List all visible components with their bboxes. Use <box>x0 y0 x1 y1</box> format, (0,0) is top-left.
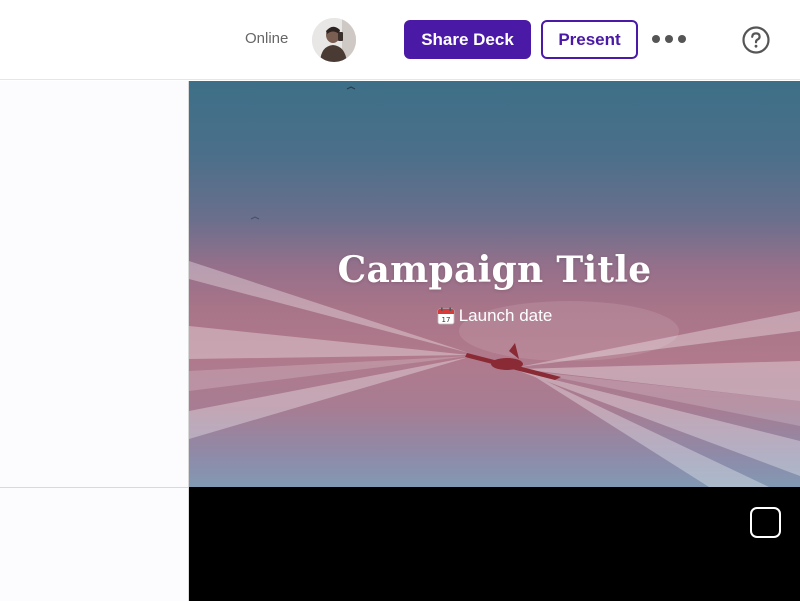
slide-subtitle[interactable]: 17 Launch date <box>189 306 800 326</box>
avatar-photo <box>312 18 356 62</box>
slide-thumbnail-panel[interactable] <box>0 81 189 487</box>
svg-text:17: 17 <box>441 316 450 324</box>
slide-canvas[interactable]: Campaign Title 17 Launch date <box>189 81 800 487</box>
more-options-icon[interactable] <box>652 28 686 50</box>
slide-thumbnail-panel-lower[interactable] <box>0 487 189 601</box>
rounded-square-icon[interactable] <box>750 507 781 538</box>
share-deck-button[interactable]: Share Deck <box>404 20 531 59</box>
more-dot <box>678 35 686 43</box>
launch-date-text: Launch date <box>458 306 553 325</box>
calendar-icon: 17 <box>437 307 455 325</box>
help-icon[interactable] <box>742 26 770 54</box>
avatar[interactable] <box>312 18 356 62</box>
present-button[interactable]: Present <box>541 20 638 59</box>
slide-title[interactable]: Campaign Title <box>189 249 800 291</box>
top-header: Online Share Deck Present <box>0 0 800 80</box>
presence-status: Online <box>245 30 289 47</box>
more-dot <box>652 35 660 43</box>
next-slide-canvas[interactable] <box>189 487 800 601</box>
more-dot <box>665 35 673 43</box>
